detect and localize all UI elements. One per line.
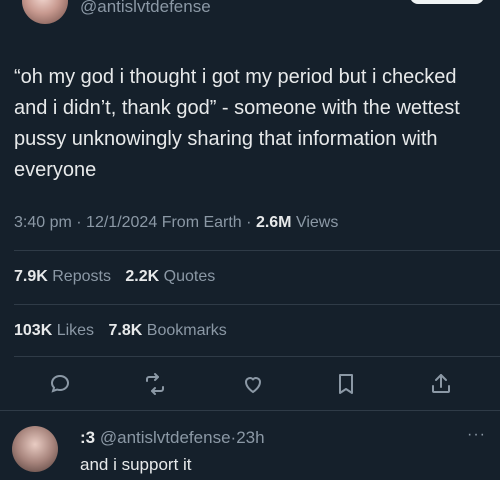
- stats-row-reposts: 7.9K Reposts 2.2K Quotes: [14, 268, 215, 286]
- share-icon[interactable]: [429, 372, 453, 396]
- action-bar: [0, 372, 500, 398]
- reply-author-name[interactable]: :3: [80, 428, 95, 447]
- author-avatar[interactable]: [22, 0, 68, 24]
- bookmark-icon[interactable]: [334, 372, 358, 396]
- reply-time[interactable]: 23h: [236, 428, 264, 447]
- follow-button[interactable]: [410, 0, 484, 4]
- like-icon[interactable]: [241, 372, 265, 396]
- divider: [14, 356, 500, 357]
- reply-author-handle[interactable]: @antislvtdefense: [100, 428, 231, 447]
- views-label: Views: [295, 214, 339, 231]
- repost-icon[interactable]: [143, 372, 167, 396]
- meta-separator: ·: [76, 214, 87, 231]
- divider: [14, 304, 500, 305]
- reply-text: and i support it: [80, 455, 192, 474]
- bookmarks-stat[interactable]: 7.8K Bookmarks: [109, 322, 227, 339]
- tweet-source: From Earth: [161, 214, 242, 231]
- author-handle[interactable]: @antislvtdefense: [80, 0, 211, 17]
- tweet-meta: 3:40 pm · 12/1/2024 From Earth · 2.6M Vi…: [14, 214, 338, 232]
- divider: [0, 410, 500, 411]
- tweet-text: “oh my god i thought i got my period but…: [14, 66, 466, 181]
- views-count: 2.6M: [255, 214, 292, 231]
- quotes-stat[interactable]: 2.2K Quotes: [125, 268, 215, 285]
- reply-header: :3 @antislvtdefense·23h: [80, 428, 265, 448]
- meta-separator: ·: [246, 214, 256, 231]
- divider: [14, 250, 500, 251]
- tweet-date[interactable]: 12/1/2024: [86, 214, 157, 231]
- more-options-icon[interactable]: ···: [467, 426, 486, 444]
- likes-stat[interactable]: 103K Likes: [14, 322, 94, 339]
- reposts-stat[interactable]: 7.9K Reposts: [14, 268, 111, 285]
- reply-icon[interactable]: [48, 372, 72, 396]
- stats-row-likes: 103K Likes 7.8K Bookmarks: [14, 322, 227, 340]
- tweet-time[interactable]: 3:40 pm: [14, 214, 72, 231]
- reply-avatar[interactable]: [12, 426, 58, 472]
